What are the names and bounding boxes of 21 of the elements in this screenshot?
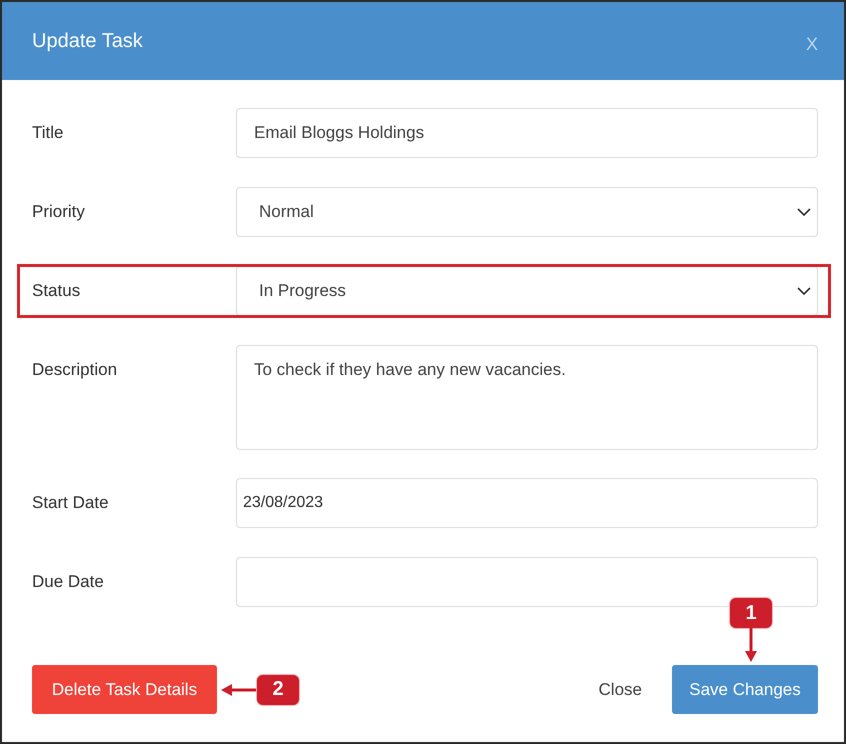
- delete-button[interactable]: Delete Task Details: [32, 665, 217, 714]
- field-label: Description: [32, 360, 118, 380]
- field-label: Priority: [32, 202, 86, 222]
- callout-arrow: [221, 682, 257, 696]
- chevron-down-icon: [797, 287, 811, 295]
- field-label: Title: [32, 123, 64, 143]
- field-label: Due Date: [32, 572, 105, 592]
- close-link[interactable]: Close: [584, 665, 656, 714]
- textarea-field[interactable]: To check if they have any new vacancies.: [236, 345, 818, 450]
- callout-arrow: [744, 628, 758, 662]
- dialog-title: Update Task: [32, 30, 143, 52]
- date-field[interactable]: 23/08/2023: [236, 478, 818, 528]
- callout-badge: 2: [257, 674, 299, 704]
- field-label: Status: [32, 281, 82, 301]
- select-field[interactable]: In Progress: [236, 266, 818, 316]
- callout-badge: 1: [730, 598, 772, 628]
- select-field[interactable]: Normal: [236, 187, 818, 237]
- date-field[interactable]: [236, 557, 818, 607]
- chevron-down-icon: [797, 208, 811, 216]
- field-label: Start Date: [32, 493, 110, 513]
- text-field[interactable]: Email Bloggs Holdings: [236, 108, 818, 158]
